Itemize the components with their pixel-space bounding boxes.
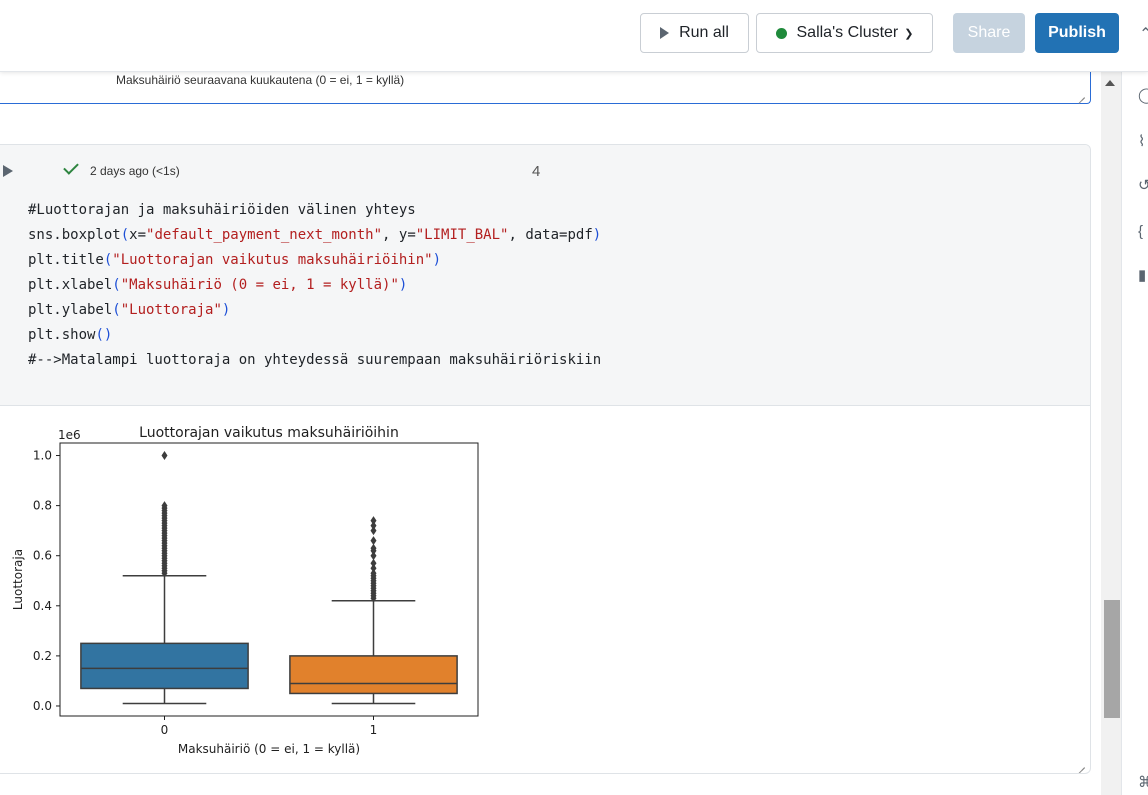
y-axis-label: Luottoraja — [11, 549, 25, 610]
scroll-up-icon[interactable] — [1105, 80, 1115, 86]
y-tick-label: 0.2 — [33, 649, 52, 663]
flask-icon[interactable]: ⌇ — [1138, 134, 1148, 150]
publish-label: Publish — [1048, 24, 1106, 41]
notebook-toolbar: Run all Salla's Cluster ❯ Share Publish … — [0, 0, 1148, 72]
run-cell-icon[interactable] — [3, 165, 13, 177]
resize-handle-icon[interactable] — [1076, 759, 1086, 769]
history-icon[interactable]: ↺ — [1138, 178, 1148, 194]
cluster-label: Salla's Cluster — [796, 24, 899, 41]
cell-header: 2 days ago (<1s) 4 — [0, 145, 1090, 195]
outlier-point — [161, 451, 168, 461]
code-line: sns.boxplot(x="default_payment_next_mont… — [28, 227, 602, 243]
code-line: plt.title("Luottorajan vaikutus maksuhäi… — [28, 252, 442, 268]
cell-run-status: 2 days ago (<1s) — [90, 164, 180, 178]
share-label: Share — [967, 24, 1011, 41]
collapse-icon[interactable]: ⌃ — [1139, 24, 1148, 44]
comment-icon[interactable]: ◯ — [1138, 88, 1148, 104]
y-tick-label: 0.4 — [33, 599, 52, 613]
outlier-point — [370, 516, 377, 526]
x-tick-label: 0 — [161, 723, 169, 737]
publish-button[interactable]: Publish — [1035, 13, 1119, 53]
run-all-label: Run all — [679, 24, 729, 41]
shortcut-icon[interactable]: ⌘ — [1138, 775, 1148, 791]
code-line: #-->Matalampi luottoraja on yhteydessä s… — [28, 352, 602, 368]
run-all-button[interactable]: Run all — [640, 13, 749, 53]
code-line: plt.ylabel("Luottoraja") — [28, 302, 231, 318]
check-icon — [63, 159, 79, 175]
box-0 — [80, 642, 249, 690]
chevron-down-icon: ❯ — [904, 27, 914, 40]
boxplot-output: Luottorajan vaikutus maksuhäiriöihin 1e6 0… — [0, 405, 500, 765]
chart-title: Luottorajan vaikutus maksuhäiriöihin — [139, 425, 399, 441]
code-line: plt.xlabel("Maksuhäiriö (0 = ei, 1 = kyl… — [28, 277, 408, 293]
outlier-point — [370, 536, 377, 546]
play-icon — [660, 27, 670, 39]
y-tick-label: 0.6 — [33, 549, 52, 563]
y-tick-label: 0.8 — [33, 499, 52, 513]
resize-handle-icon[interactable] — [1076, 89, 1086, 99]
cluster-selector[interactable]: Salla's Cluster ❯ — [756, 13, 933, 53]
code-line: plt.show() — [28, 327, 113, 343]
variables-icon[interactable]: { — [1138, 224, 1148, 240]
cluster-status-icon — [775, 27, 787, 39]
share-button[interactable]: Share — [953, 13, 1025, 53]
scrollbar-thumb[interactable] — [1104, 600, 1120, 718]
code-line: #Luottorajan ja maksuhäiriöiden välinen … — [28, 202, 416, 218]
boxplot-chart: Luottorajan vaikutus maksuhäiriöihin 1e6 0… — [11, 425, 479, 756]
code-editor[interactable]: #Luottorajan ja maksuhäiriöiden välinen … — [0, 195, 1090, 406]
y-offset-label: 1e6 — [58, 428, 81, 442]
box-1 — [289, 655, 458, 695]
previous-output-caption: Maksuhäiriö seuraavana kuukautena (0 = e… — [116, 73, 405, 87]
y-tick-label: 0.0 — [33, 699, 52, 713]
y-tick-label: 1.0 — [33, 449, 52, 463]
cell-number: 4 — [532, 163, 541, 180]
x-tick-label: 1 — [370, 723, 378, 737]
previous-cell-output: Maksuhäiriö seuraavana kuukautena (0 = e… — [0, 72, 1091, 104]
x-axis-label: Maksuhäiriö (0 = ei, 1 = kyllä) — [178, 742, 360, 756]
chart-icon[interactable]: ▮ — [1138, 268, 1148, 284]
